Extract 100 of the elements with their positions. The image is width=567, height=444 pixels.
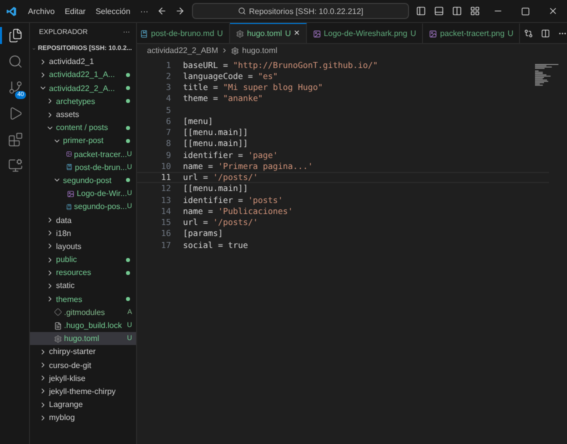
menu-item[interactable]: Editar [60,6,91,16]
gear-icon [231,46,240,54]
line-number: 7 [165,127,172,138]
folder-item[interactable]: myblog [30,411,136,424]
code-line: [[menu.main]] [183,183,248,194]
line-number: 12 [160,183,172,194]
file-name: post-de-brun... [74,162,127,172]
file-icon [66,163,73,172]
folder-name: i18n [56,228,72,238]
folder-name: static [56,281,76,290]
folder-name: assets [56,110,80,120]
code-line: url = '/posts/' [183,172,258,182]
code-line: identifier = 'page' [183,150,278,160]
minimap-drawing[interactable] [535,64,559,86]
code-line: [[menu.main]] [183,138,248,148]
code-line: title = "Mi super blog Hugo" [183,82,323,92]
folder-name: myblog [49,413,76,422]
folder-item[interactable]: Lagrange [30,398,136,412]
folder-name: actividad22_1_A... [49,70,116,80]
file-icon [66,202,72,211]
file-name: Logo-de-Wir... [76,189,127,198]
line-number: 4 [165,93,172,104]
folder-name: chirpy-starter [49,347,97,356]
breadcrumb-item[interactable]: hugo.toml [242,46,278,55]
editor-tab[interactable]: Logo-de-Wireshark.png U [306,23,424,43]
folder-item[interactable]: archetypes [30,94,136,108]
editor-tab[interactable]: hugo.toml U × [230,23,307,43]
folder-name: Lagrange [49,400,84,410]
gear-icon [236,30,244,38]
monitor-icon[interactable] [8,158,23,173]
search-icon[interactable] [8,54,23,69]
extensions-icon[interactable] [8,132,23,147]
folder-name: actividad22_2_A... [49,84,116,93]
file-name: hugo.toml [64,334,100,344]
close-button[interactable]: × [294,28,300,39]
command-center[interactable]: Repositorios [SSH: 10.0.22.212] [192,3,410,19]
menu-item[interactable]: ··· [135,6,154,16]
folder-name: resources [56,268,92,278]
tab-label: post-de-bruno.md [151,29,214,38]
folder-item[interactable]: actividad22_1_A... [30,68,136,82]
git-status: U [508,29,514,38]
line-number: 6 [165,116,172,126]
folder-name: archetypes [56,96,96,106]
breadcrumb-item[interactable]: actividad22_2_ABM [147,46,218,55]
line-number: 5 [165,104,172,115]
line-number: 14 [160,206,172,216]
line-number: 10 [160,160,172,171]
line-number: 2 [165,70,172,81]
file-name: packet-tracer... [74,150,127,159]
folder-item[interactable]: jekyll-klise [30,372,136,385]
folder-item[interactable]: themes [30,292,136,306]
line-number: 8 [165,138,172,148]
folder-name: content / posts [56,123,110,132]
folder-item[interactable]: jekyll-theme-chirpy [30,384,136,398]
folder-item[interactable]: static [30,279,136,293]
folder-name: jekyll-theme-chirpy [49,386,117,396]
folder-item[interactable]: resources [30,266,136,280]
code-line: theme = "ananke" [183,93,263,104]
diamond-icon [54,308,62,316]
line-number: 13 [160,194,172,205]
file-name: segundo-pos... [74,202,127,212]
folder-name: curso-de-git [49,360,92,370]
line-number: 11 [160,172,172,182]
folder-item[interactable]: layouts [30,240,136,253]
folder-item[interactable]: segundo-post [30,174,136,188]
folder-item[interactable]: data [30,213,136,227]
code-line: url = '/posts/' [183,217,258,228]
code-line: baseURL = "http://BrunoGonT.github.io/" [183,60,378,70]
explorer-icon[interactable] [8,28,23,43]
folder-item[interactable]: chirpy-starter [30,345,136,358]
line-number: 1 [165,60,172,70]
line-number: 16 [160,228,172,238]
folder-name: themes [56,294,84,304]
tab-label: hugo.toml [246,29,282,38]
search-icon [238,7,246,15]
menu-item[interactable]: Archivo [23,6,60,16]
code-line: name = 'Primera pagina...' [183,160,313,171]
image-icon [66,150,72,158]
tab-label: Logo-de-Wireshark.png [324,29,408,38]
image-icon [429,30,438,38]
git-status: U [217,29,223,38]
command-center-text: Repositorios [SSH: 10.0.22.212] [248,6,364,16]
folder-item[interactable]: actividad22_2_A... [30,82,136,95]
folder-name: data [56,216,73,225]
branch-icon[interactable] [8,80,23,95]
code-line: identifier = 'posts' [183,194,283,205]
code-line: languageCode = "es" [183,70,278,81]
folder-item[interactable]: primer-post [30,134,136,148]
folder-item[interactable]: public [30,253,136,266]
folder-item[interactable]: content / posts [30,121,136,134]
folder-item[interactable]: curso-de-git [30,358,136,372]
menu-item[interactable]: Selección [90,6,136,16]
folder-item[interactable]: actividad2_1 [30,55,136,68]
play-icon[interactable] [8,106,23,121]
folder-item[interactable]: i18n [30,226,136,240]
folder-item[interactable]: assets [30,108,136,122]
file-name: .gitmodules [64,308,106,317]
file-icon [140,30,148,38]
line-number: 15 [160,217,172,228]
code-line: name = 'Publicaciones' [183,206,293,216]
